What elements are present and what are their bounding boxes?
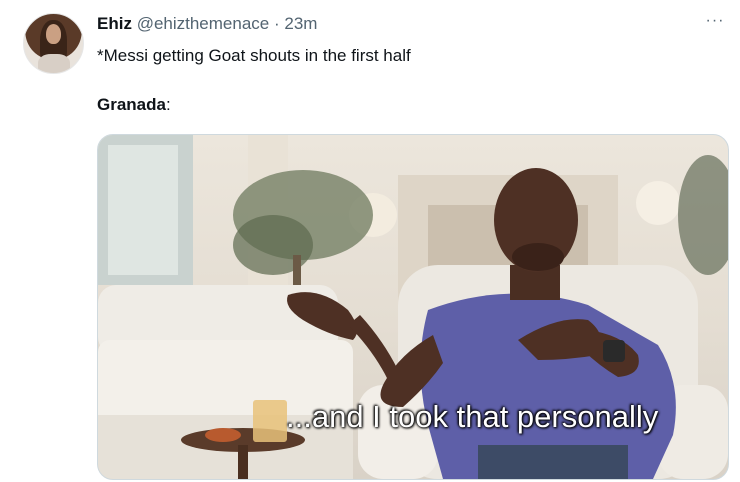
meme-caption: ...and I took that personally	[286, 399, 659, 434]
tweet[interactable]: Ehiz @ehizthemenace · 23m ··· *Messi get…	[0, 0, 740, 482]
tweet-text-line2: Granada:	[97, 95, 171, 115]
separator-dot: ·	[273, 14, 280, 33]
plant-right	[678, 155, 728, 275]
avatar-body	[38, 54, 70, 73]
tweet-text-bold: Granada	[97, 95, 166, 114]
author-handle[interactable]: @ehizthemenace	[137, 14, 270, 33]
tweet-header: Ehiz @ehizthemenace · 23m	[97, 14, 317, 34]
avatar[interactable]	[23, 13, 84, 74]
tweet-time[interactable]: 23m	[284, 14, 317, 33]
whiskey-glass	[253, 400, 287, 442]
window-pane	[108, 145, 178, 275]
lamp-right	[636, 181, 680, 225]
avatar-face	[46, 24, 61, 44]
tweet-media-image[interactable]: ...and I took that personally	[97, 134, 729, 480]
tweet-text-colon: :	[165, 95, 171, 114]
more-options-icon[interactable]: ···	[700, 12, 730, 32]
tweet-text-line1: *Messi getting Goat shouts in the first …	[97, 46, 411, 65]
author-name[interactable]: Ehiz	[97, 14, 132, 33]
